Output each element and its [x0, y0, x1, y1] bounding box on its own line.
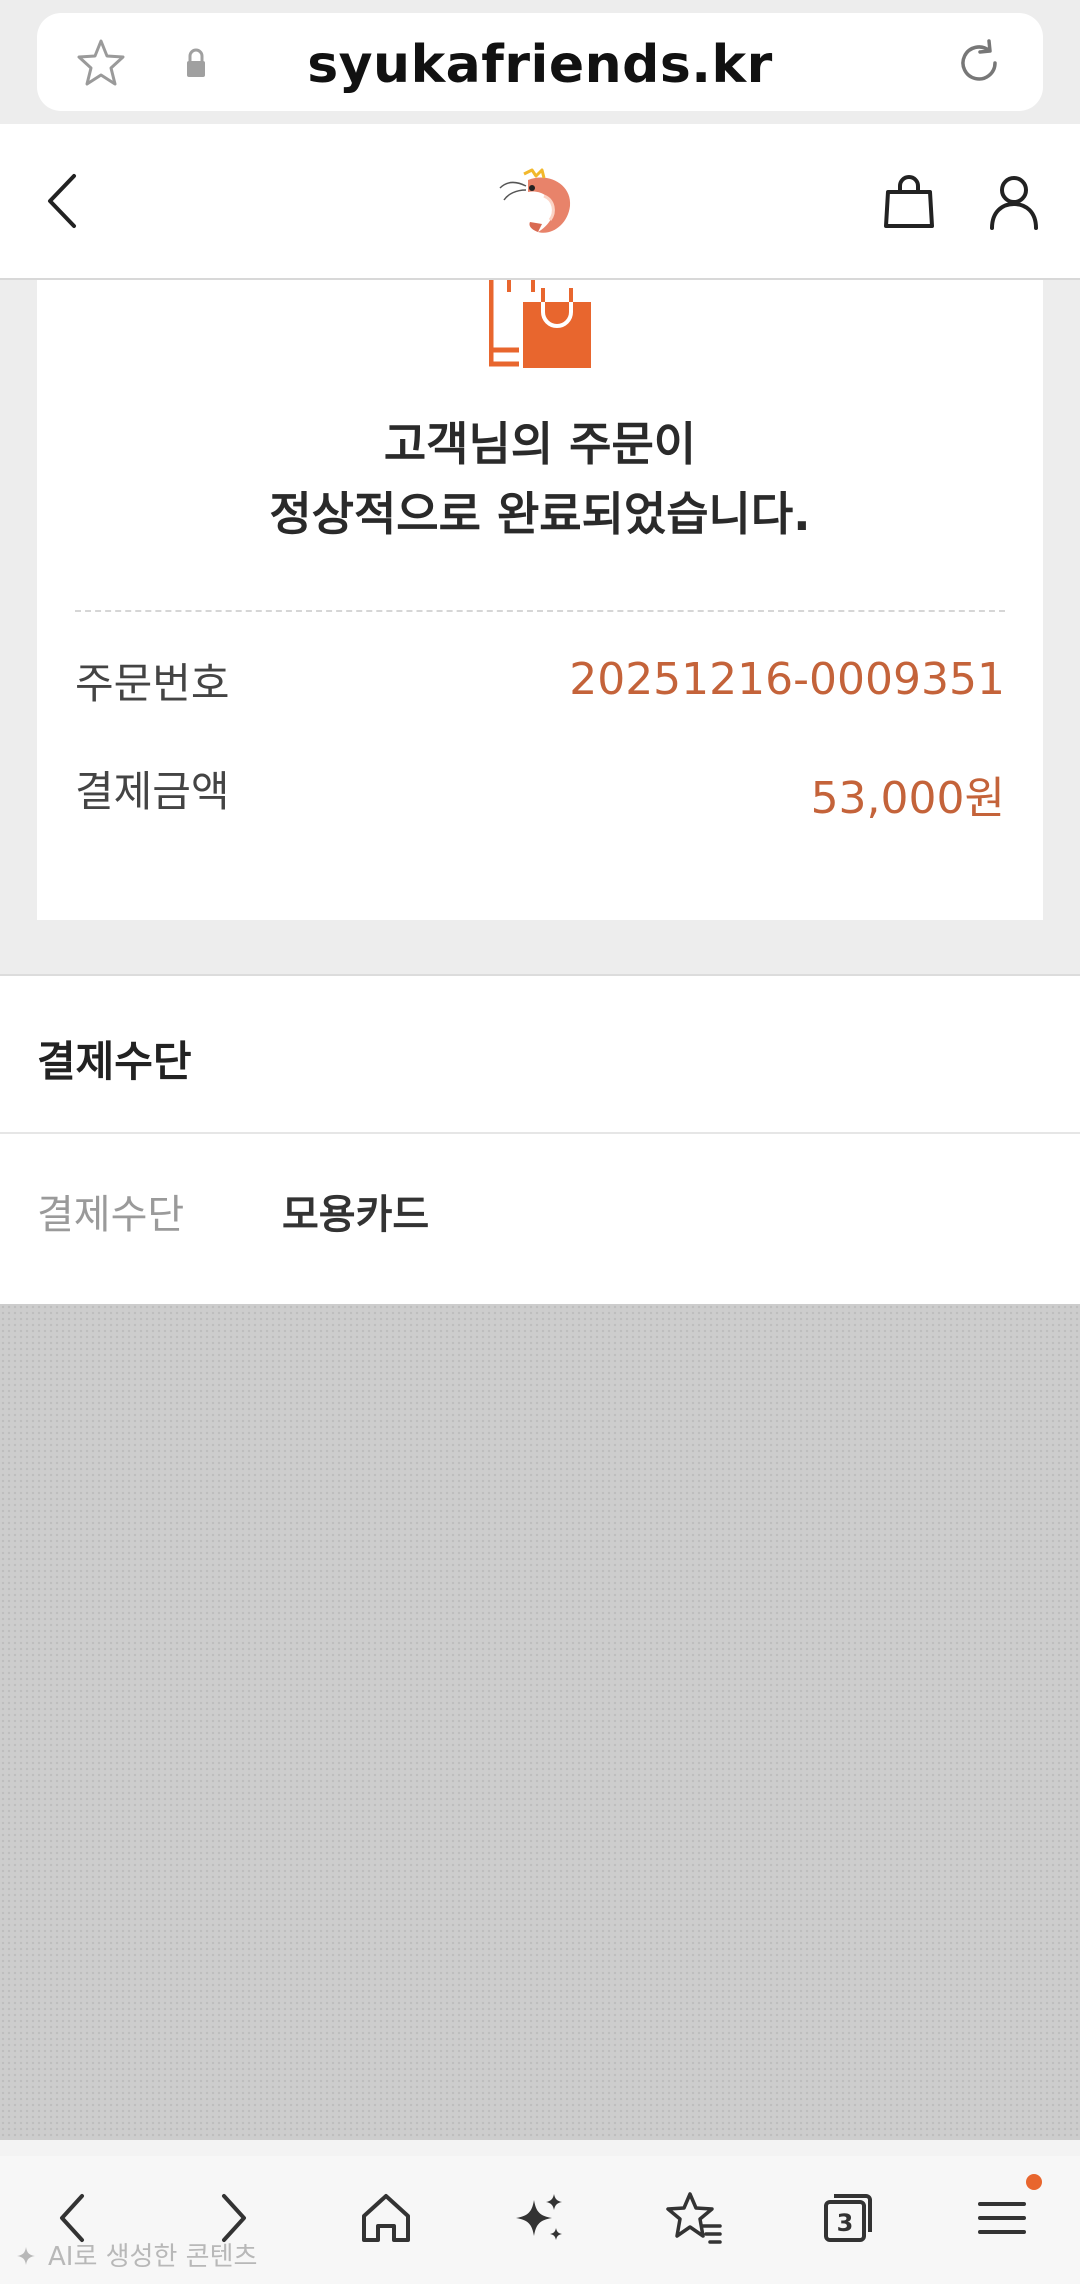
- shopping-bag-icon[interactable]: [882, 174, 936, 230]
- notification-dot: [1026, 2174, 1042, 2190]
- sparkle-icon: [516, 2194, 562, 2240]
- bookmarks-button[interactable]: [662, 2186, 726, 2250]
- order-number-row: 주문번호 20251216-0009351: [75, 650, 1005, 710]
- order-number-label: 주문번호: [75, 659, 230, 708]
- url-text[interactable]: syukafriends.kr: [37, 35, 1043, 95]
- menu-button[interactable]: [970, 2186, 1034, 2250]
- tabs-button[interactable]: 3: [816, 2186, 880, 2250]
- shrimp-logo[interactable]: [498, 166, 582, 242]
- order-complete-title-line2: 정상적으로 완료되었습니다.: [269, 487, 811, 541]
- user-icon[interactable]: [988, 174, 1040, 230]
- payment-method-label: 결제수단: [37, 1192, 185, 1238]
- payment-amount-value: 53,000원: [810, 773, 1005, 824]
- order-complete-title-line1: 고객님의 주문이: [383, 417, 697, 471]
- order-number-value: 20251216-0009351: [569, 654, 1005, 705]
- receipt-scalloped-edge: [37, 908, 1043, 932]
- browser-address-bar: syukafriends.kr: [0, 0, 1080, 124]
- dashed-divider: [75, 610, 1005, 612]
- blurred-area-bottom: [0, 2140, 1080, 2156]
- ai-watermark: AI로 생성한 콘텐츠: [16, 2236, 257, 2273]
- back-icon[interactable]: [40, 168, 84, 234]
- tabs-icon: 3: [824, 2194, 872, 2242]
- menu-icon: [978, 2202, 1026, 2234]
- tab-count: 3: [837, 2209, 854, 2237]
- payment-method-section: 결제수단 결제수단 모용카드: [0, 974, 1080, 1304]
- section-divider: [0, 1132, 1080, 1134]
- home-icon: [362, 2194, 410, 2242]
- order-complete-bag-icon: [489, 280, 591, 368]
- payment-amount-label: 결제금액: [75, 767, 230, 816]
- order-complete-card: 고객님의 주문이 정상적으로 완료되었습니다. 주문번호 20251216-00…: [37, 280, 1043, 932]
- bookmarks-icon: [666, 2192, 722, 2244]
- home-button[interactable]: [354, 2186, 418, 2250]
- payment-method-value: 모용카드: [282, 1192, 430, 1238]
- site-header: [0, 124, 1080, 280]
- ai-watermark-text: AI로 생성한 콘텐츠: [48, 2242, 258, 2272]
- page: syukafriends.kr 고객님의 주문이 정상적으로 완료되었습니다. …: [0, 0, 1080, 2284]
- blurred-content-area: [0, 1304, 1080, 2140]
- payment-amount-row: 결제금액 53,000원: [75, 758, 1005, 824]
- reload-icon[interactable]: [953, 37, 1005, 89]
- payment-section-title: 결제수단: [37, 1037, 192, 1086]
- url-bar[interactable]: syukafriends.kr: [37, 13, 1043, 111]
- ai-watermark-icon: [17, 2247, 35, 2265]
- ai-assist-button[interactable]: [508, 2186, 572, 2250]
